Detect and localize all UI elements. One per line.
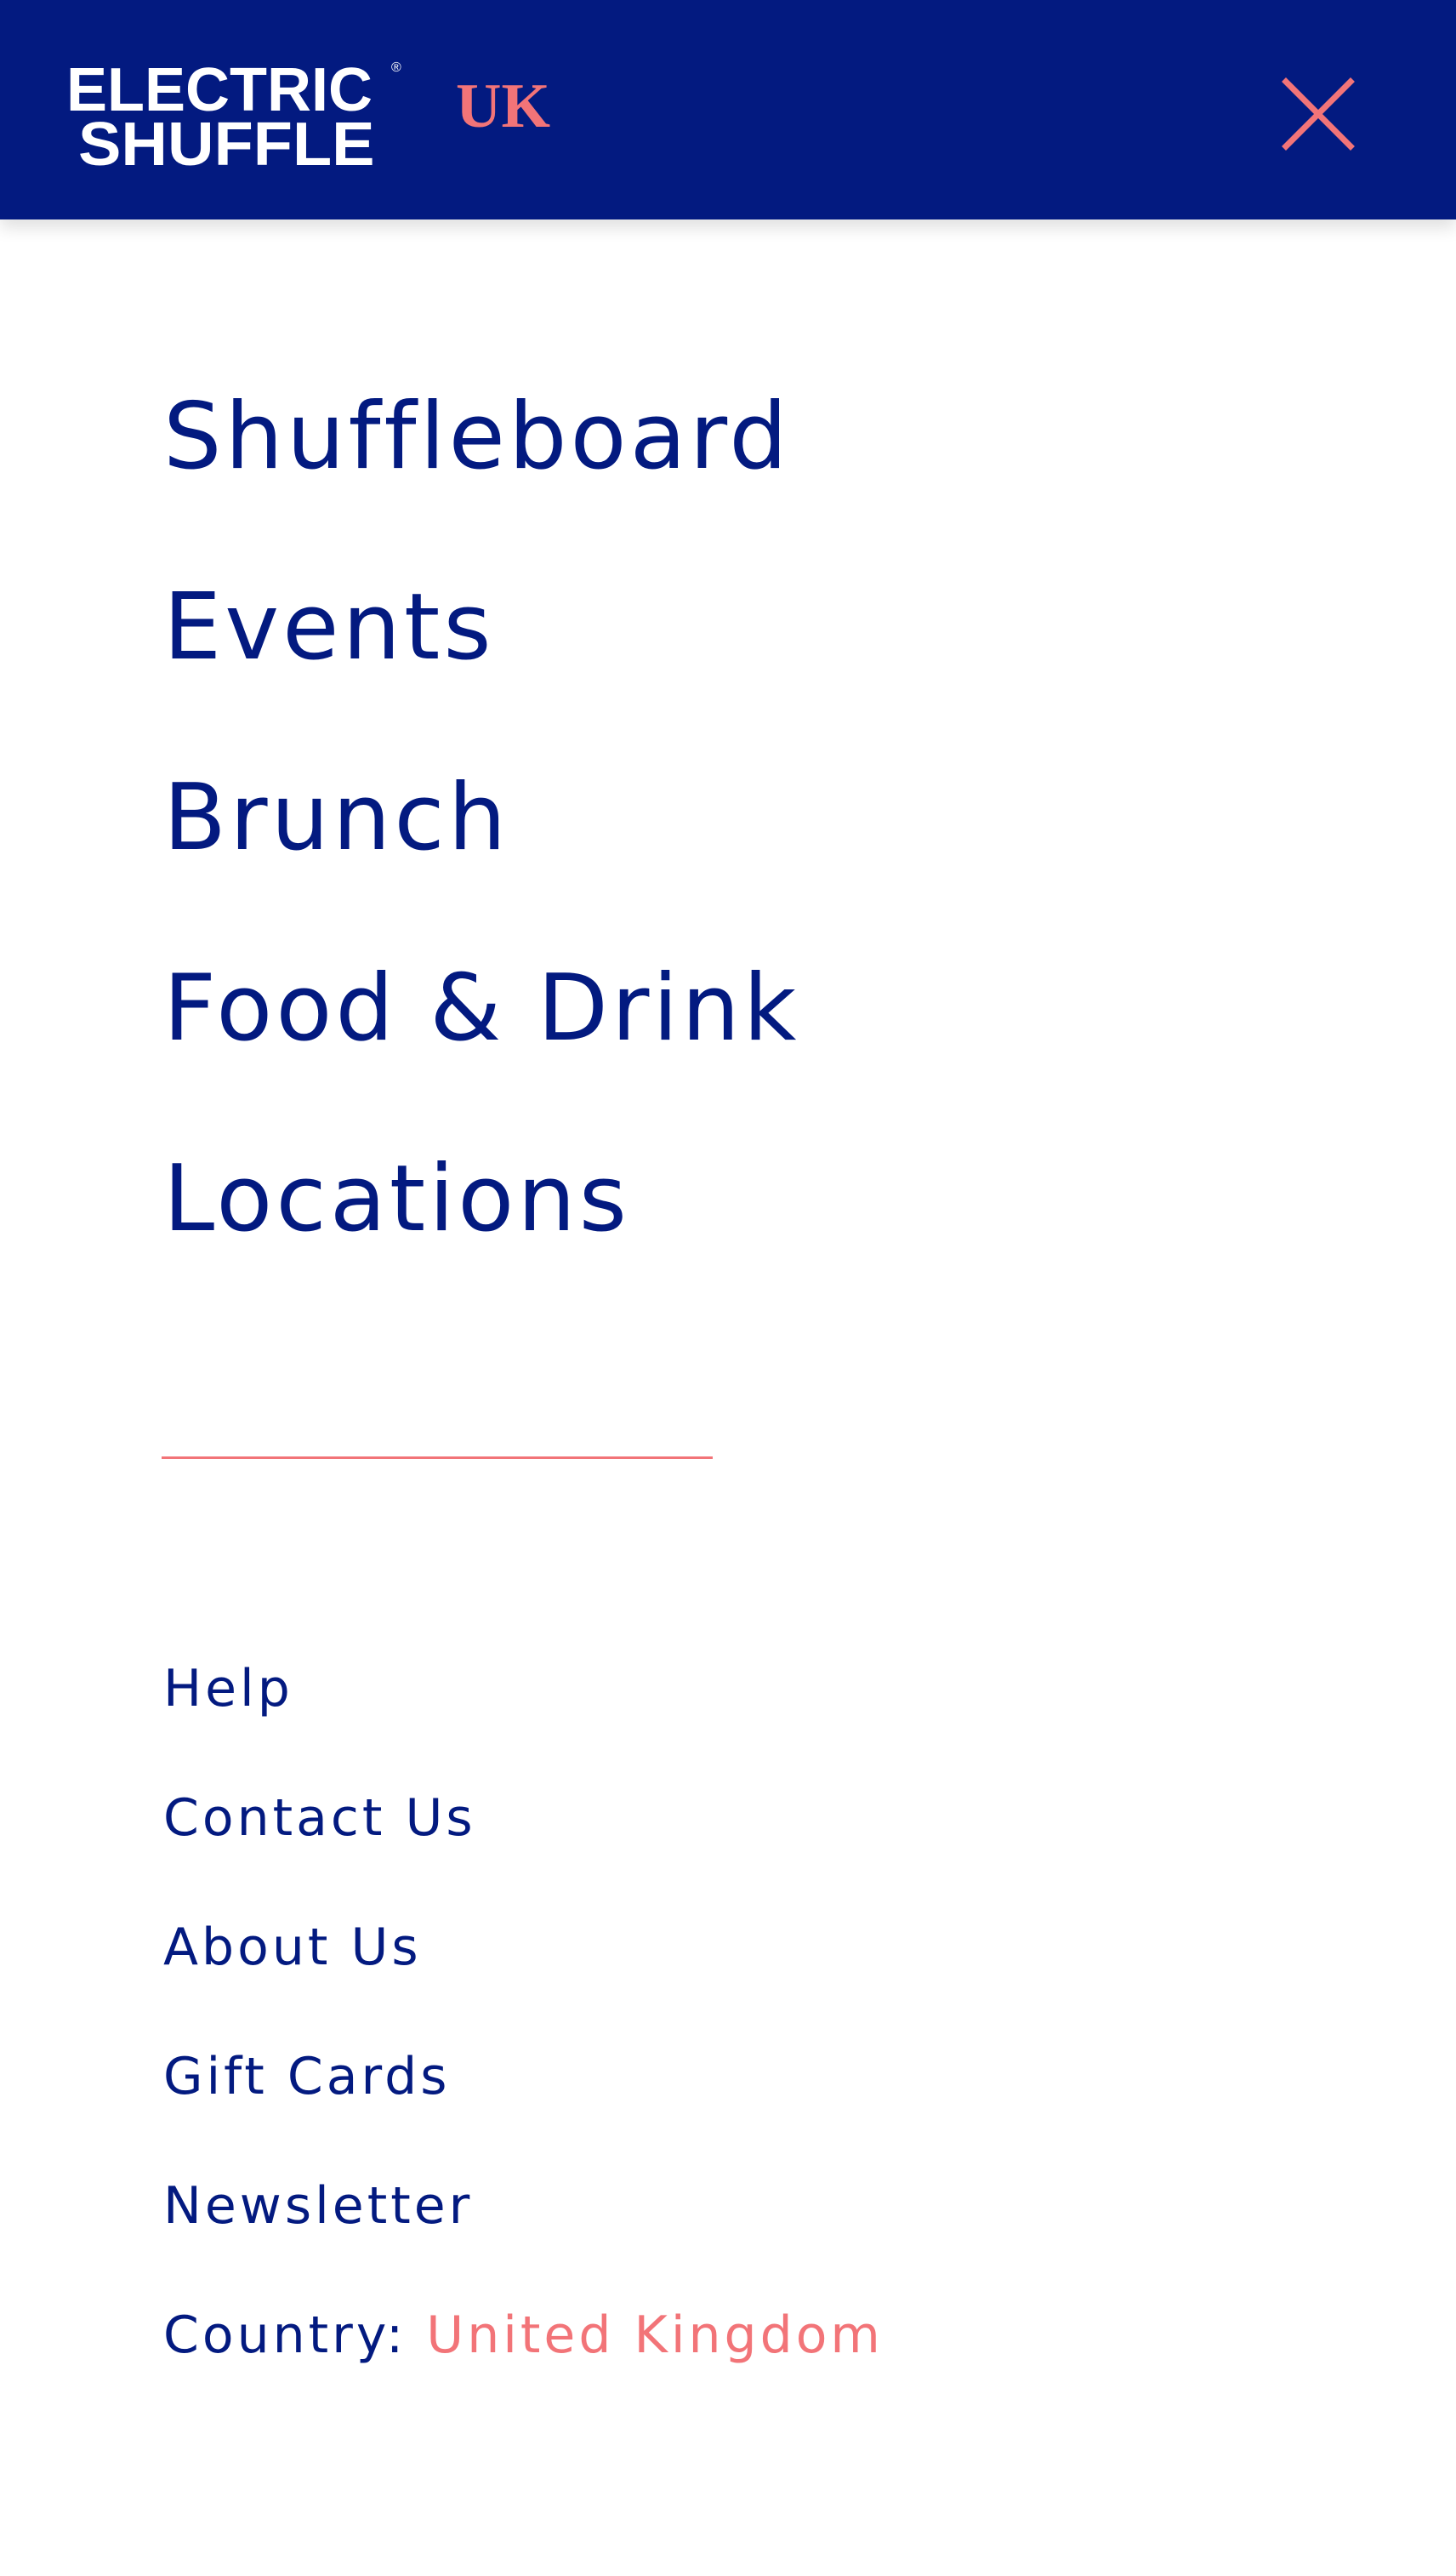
country-label: Country: [163,2305,407,2365]
nav-item-food-and-drink[interactable]: Food & Drink [163,963,799,1055]
logo-line-shuffle: SHUFFLE [78,111,375,179]
top-navigation-bar: ELECTRIC SHUFFLE ® UK [0,0,1456,219]
footer-link-help[interactable]: Help [163,1663,293,1714]
mobile-menu-page: ELECTRIC SHUFFLE ® UK Shuffleboard Event… [0,0,1456,2576]
close-icon [1282,77,1355,151]
registered-mark: ® [391,60,401,75]
region-label: UK [456,71,550,141]
footer-link-gift-cards[interactable]: Gift Cards [163,2051,450,2102]
footer-link-contact-us[interactable]: Contact Us [163,1792,476,1844]
nav-item-shuffleboard[interactable]: Shuffleboard [163,391,791,483]
footer-link-about-us[interactable]: About Us [163,1922,422,1973]
country-selector[interactable]: Country: United Kingdom [163,2310,884,2361]
footer-link-newsletter[interactable]: Newsletter [163,2180,473,2231]
close-menu-button[interactable] [1277,73,1359,155]
menu-divider [162,1456,713,1459]
nav-item-events[interactable]: Events [163,582,495,674]
electric-shuffle-logo[interactable]: ELECTRIC SHUFFLE ® [66,60,401,175]
nav-item-brunch[interactable]: Brunch [163,772,509,864]
country-value[interactable]: United Kingdom [426,2305,884,2365]
nav-item-locations[interactable]: Locations [163,1154,630,1245]
